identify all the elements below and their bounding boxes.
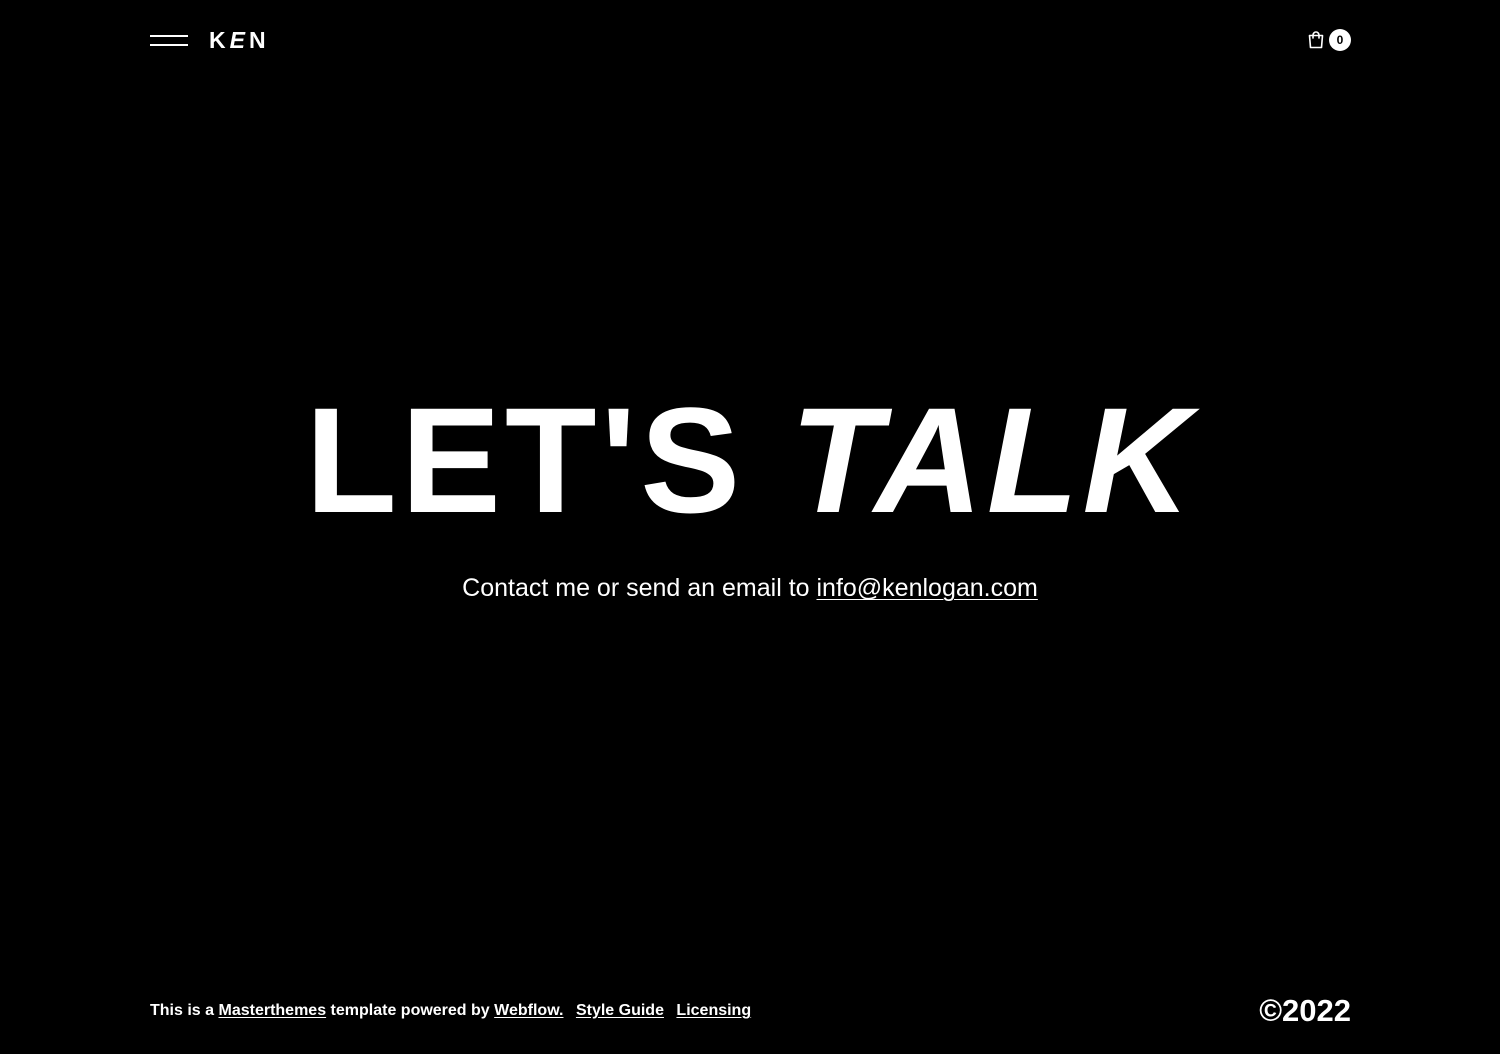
site-footer: This is a Masterthemes template powered …: [150, 993, 1351, 1028]
hero-section: LET'S TALK Contact me or send an email t…: [0, 385, 1500, 604]
copyright: ©2022: [1259, 993, 1351, 1028]
masterthemes-link[interactable]: Masterthemes: [218, 1002, 326, 1019]
page-title: LET'S TALK: [0, 385, 1500, 535]
contact-line: Contact me or send an email to info@kenl…: [0, 572, 1500, 604]
licensing-link[interactable]: Licensing: [676, 1002, 751, 1019]
footer-credits: This is a Masterthemes template powered …: [150, 1002, 751, 1020]
contact-text: Contact me or send an email to: [462, 574, 810, 602]
email-link[interactable]: info@kenlogan.com: [817, 574, 1038, 602]
cart-count-badge: 0: [1329, 29, 1351, 51]
site-logo[interactable]: KEN: [209, 26, 270, 54]
logo-letter-e: E: [229, 27, 249, 53]
title-word-lets: LET'S: [305, 376, 745, 544]
hamburger-icon-line-bottom: [150, 43, 188, 46]
site-header: KEN 0: [150, 26, 1351, 54]
hamburger-icon-line-top: [150, 34, 188, 37]
cart-button[interactable]: 0: [1306, 29, 1351, 51]
logo-letter-k: K: [209, 27, 230, 53]
style-guide-link[interactable]: Style Guide: [576, 1002, 664, 1019]
title-word-talk: TALK: [789, 376, 1195, 544]
menu-button[interactable]: [150, 26, 188, 54]
webflow-link[interactable]: Webflow.: [494, 1002, 563, 1019]
brand-group: KEN: [150, 26, 270, 54]
credit-prefix: This is a: [150, 1002, 215, 1019]
logo-letter-n: N: [248, 27, 270, 53]
shopping-bag-icon: [1308, 31, 1324, 49]
credit-middle: template powered by: [330, 1002, 490, 1019]
contact-page: KEN 0 LET'S TALK Contact me or send an e…: [0, 0, 1500, 1054]
